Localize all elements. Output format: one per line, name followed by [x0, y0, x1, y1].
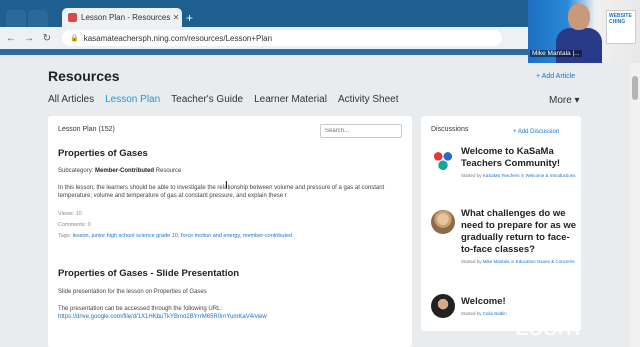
discussion-title[interactable]: Welcome!: [461, 296, 581, 308]
tab-title: Lesson Plan - Resources - KaSaM...: [81, 13, 170, 22]
active-tab[interactable]: Lesson Plan - Resources - KaSaM... ✕: [62, 8, 182, 27]
avatar[interactable]: [431, 294, 455, 318]
back-icon[interactable]: ←: [4, 33, 18, 44]
discussion-meta: Started by KaSaMa Teachers in Welcome & …: [461, 173, 576, 179]
webcam-person: [556, 28, 602, 63]
author-link[interactable]: KaSaMa Teachers: [483, 173, 520, 178]
article-excerpt: The presentation can be accessed through…: [58, 306, 223, 312]
webcam-participant-name: Mike Mantala |...: [530, 50, 582, 57]
avatar[interactable]: [431, 148, 455, 172]
discussions-heading: Discussions: [431, 126, 469, 133]
forward-icon[interactable]: →: [22, 33, 36, 44]
page-title: Resources: [48, 68, 120, 84]
discussions-card: Discussions + Add Discussion Welcome to …: [421, 116, 581, 331]
webcam-face: [568, 4, 590, 30]
more-menu-button[interactable]: More ▾: [549, 95, 580, 106]
tab-teachers-guide[interactable]: Teacher's Guide: [171, 94, 243, 105]
zoom-watermark: zoom: [515, 310, 580, 341]
lesson-plan-count: Lesson Plan (152): [58, 126, 115, 133]
site-favicon-icon: [68, 13, 77, 22]
webcam-monitor: WEBSITE CHING: [606, 10, 636, 44]
started-by-label: Started by: [461, 173, 482, 178]
close-icon[interactable]: ✕: [170, 13, 182, 22]
started-by-label: Started by: [461, 311, 482, 316]
author-link[interactable]: Celia Balbin: [483, 311, 507, 316]
in-label: in: [510, 259, 515, 264]
subcategory-suffix: Resource: [155, 168, 182, 174]
add-article-link[interactable]: + Add Article: [536, 73, 575, 80]
tab-lesson-plan[interactable]: Lesson Plan: [105, 94, 160, 105]
article-title[interactable]: Properties of Gases - Slide Presentation: [58, 268, 239, 279]
tags-label: Tags:: [58, 233, 72, 239]
article-tags: Tags: lesson, junior high school science…: [58, 233, 292, 239]
lock-icon: 🔒: [70, 35, 79, 42]
articles-card: Lesson Plan (152) Properties of Gases Su…: [48, 116, 412, 347]
discussion-title[interactable]: What challenges do we need to prepare fo…: [461, 208, 581, 256]
article-excerpt: In this lesson, the learners should be a…: [58, 185, 385, 199]
avatar[interactable]: [431, 210, 455, 234]
webcam-overlay: WEBSITE CHING Mike Mantala |...: [528, 0, 640, 63]
category-nav: All Articles Lesson Plan Teacher's Guide…: [48, 94, 399, 105]
article-views: Views: 10: [58, 211, 82, 217]
tab-all-articles[interactable]: All Articles: [48, 94, 94, 105]
scrollbar-thumb[interactable]: [632, 76, 638, 100]
forum-link[interactable]: Welcome & Introductions: [526, 173, 576, 178]
add-discussion-link[interactable]: + Add Discussion: [513, 129, 559, 135]
subcategory-label: Subcategory:: [58, 168, 94, 174]
reload-icon[interactable]: ↻: [40, 33, 54, 44]
started-by-label: Started by: [461, 259, 482, 264]
tab-activity-sheet[interactable]: Activity Sheet: [338, 94, 399, 105]
search-input[interactable]: [320, 124, 402, 138]
pinned-tab[interactable]: [6, 10, 26, 27]
tab-learner-material[interactable]: Learner Material: [254, 94, 327, 105]
in-label: in: [520, 173, 525, 178]
author-link[interactable]: Mike Mantala: [483, 259, 510, 264]
new-tab-button[interactable]: +: [186, 11, 193, 25]
article-comments: Comments: 0: [58, 222, 91, 228]
forum-link[interactable]: Education Issues & Concerns: [516, 259, 575, 264]
discussion-meta: Started by Mike Mantala in Education Iss…: [461, 259, 576, 265]
article-excerpt: Slide presentation for the lesson on Pro…: [58, 289, 207, 295]
article-title[interactable]: Properties of Gases: [58, 148, 148, 159]
pinned-tab[interactable]: [28, 10, 48, 27]
url-text: kasamateachersph.ning.com/resources/Less…: [83, 33, 273, 43]
tags-links[interactable]: lesson, junior high school science grade…: [73, 233, 292, 239]
url-field[interactable]: 🔒 kasamateachersph.ning.com/resources/Le…: [62, 30, 502, 46]
text-cursor-icon: I: [225, 180, 228, 191]
article-url-link[interactable]: https://drive.google.com/file/d/1X1HKbuT…: [58, 313, 403, 321]
subcategory-value[interactable]: Member-Contributed: [95, 168, 154, 174]
article-subcategory: Subcategory: Member-Contributed Resource: [58, 168, 181, 174]
discussion-title[interactable]: Welcome to KaSaMa Teachers Community!: [461, 146, 581, 170]
